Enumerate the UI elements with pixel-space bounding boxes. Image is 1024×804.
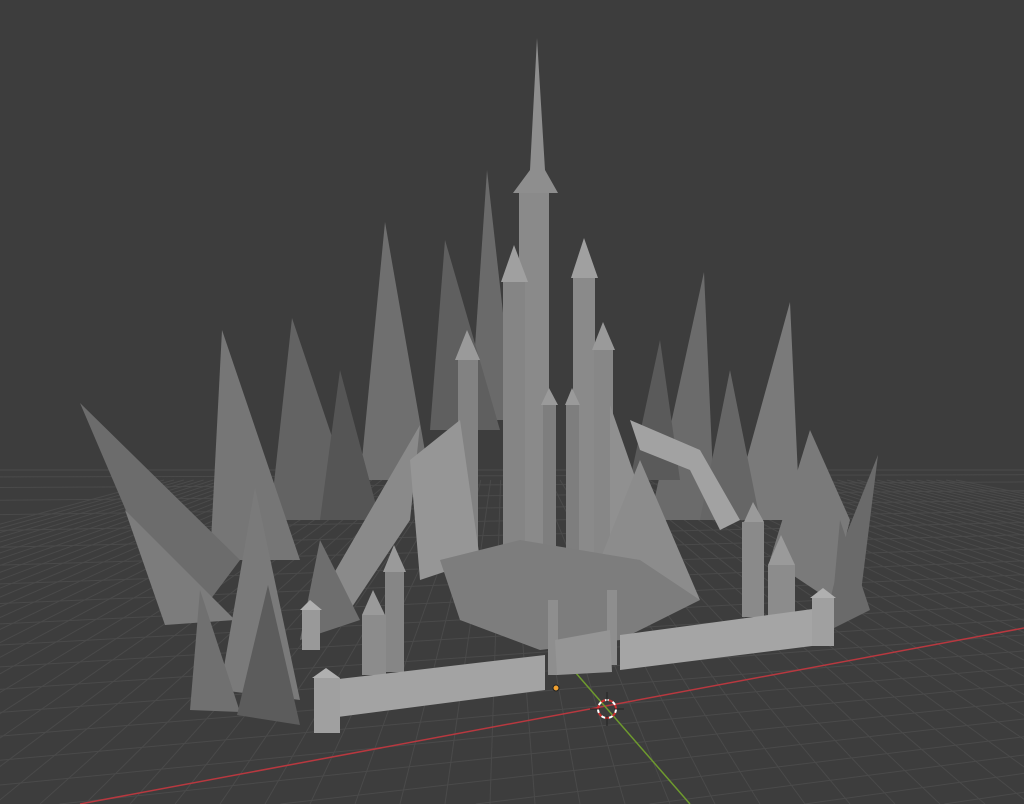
object-origin-icon [552,684,560,692]
3d-viewport[interactable] [0,0,1024,804]
